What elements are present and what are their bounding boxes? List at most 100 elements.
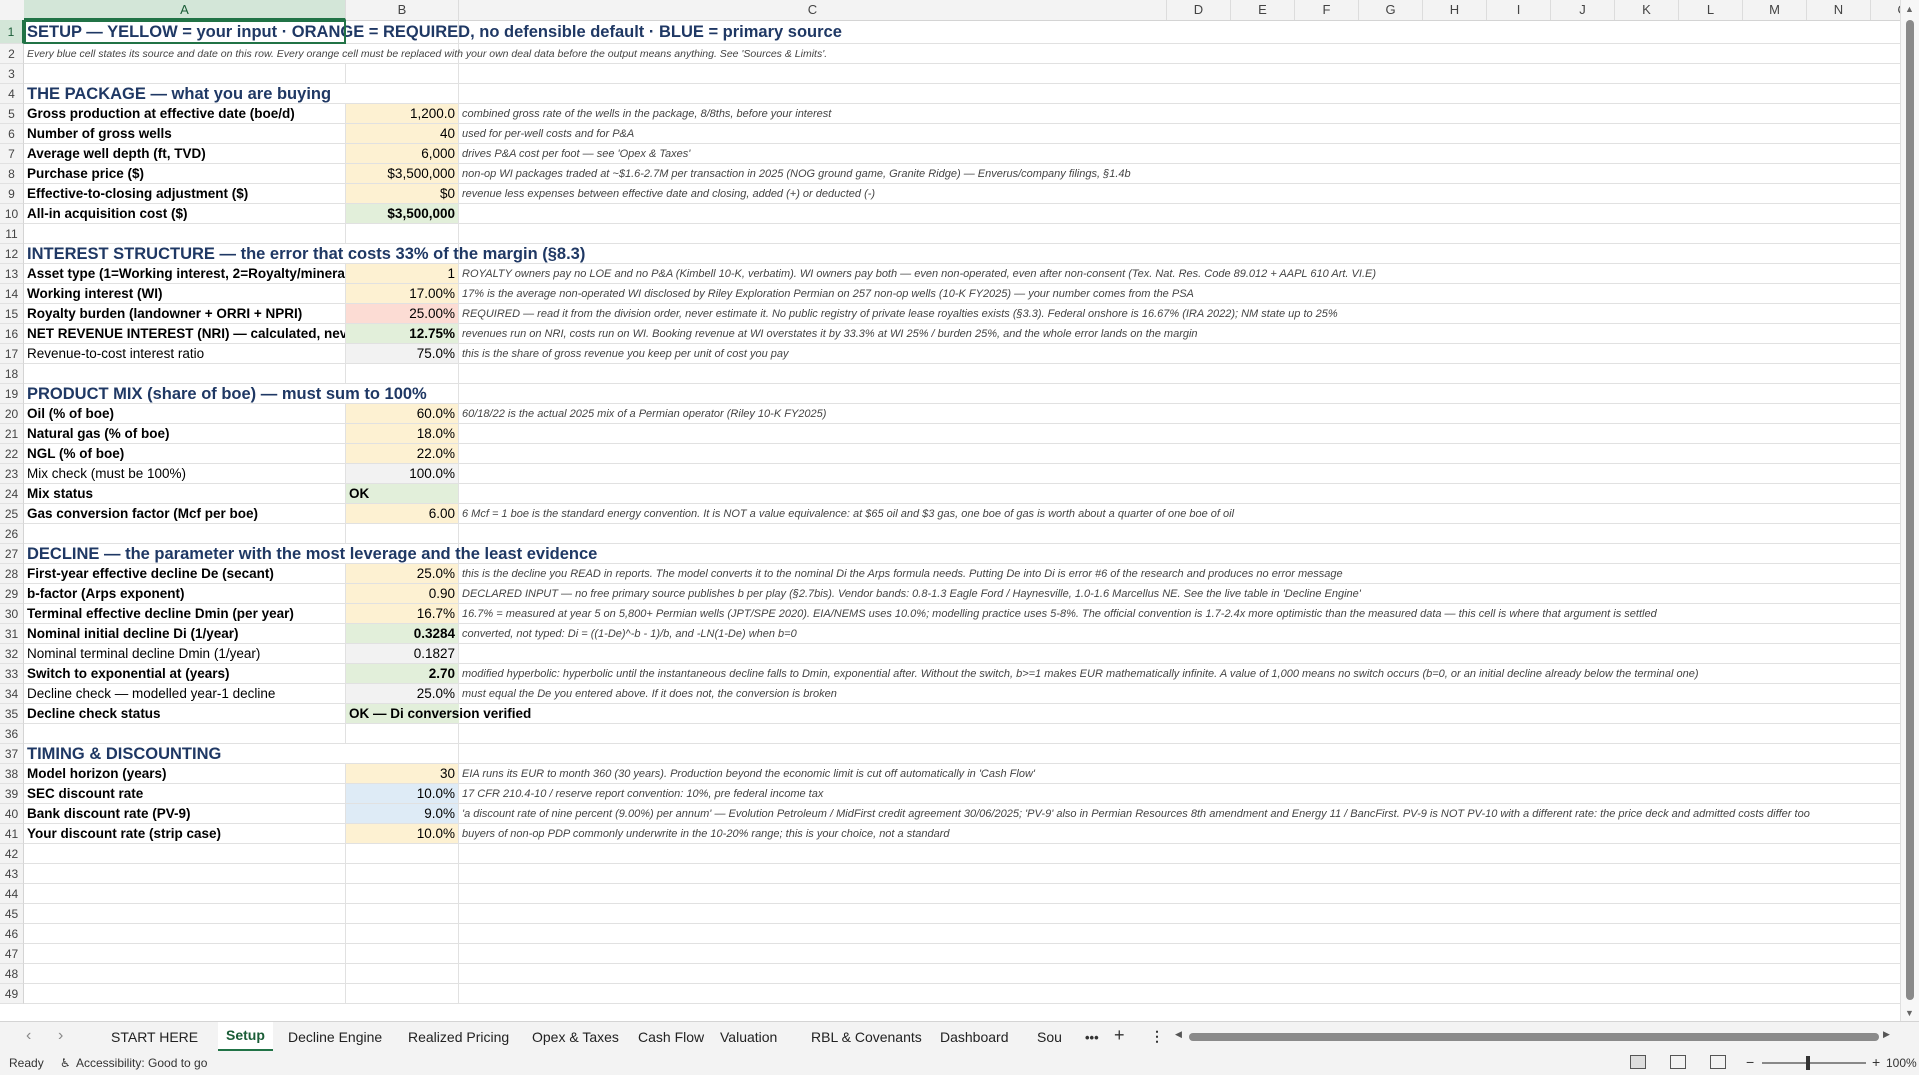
row-header[interactable]: 41 (0, 824, 24, 844)
row-header[interactable]: 48 (0, 964, 24, 984)
plus-icon[interactable]: + (1114, 1025, 1125, 1046)
row-header[interactable]: 37 (0, 744, 24, 764)
note-cell[interactable]: non-op WI packages traded at ~$1.6-2.7M … (459, 164, 1901, 184)
row-header[interactable]: 40 (0, 804, 24, 824)
label-cell[interactable] (24, 904, 346, 924)
label-cell[interactable]: Purchase price ($) (24, 164, 346, 184)
note-cell[interactable] (459, 244, 1901, 264)
note-cell[interactable]: modified hyperbolic: hyperbolic until th… (459, 664, 1901, 684)
value-cell[interactable]: 0.90 (346, 584, 459, 604)
value-cell[interactable] (346, 224, 459, 244)
note-cell[interactable] (459, 524, 1901, 544)
value-cell[interactable]: 0.1827 (346, 644, 459, 664)
label-cell[interactable]: b-factor (Arps exponent) (24, 584, 346, 604)
value-cell[interactable] (346, 724, 459, 744)
row-header[interactable]: 15 (0, 304, 24, 324)
row-header[interactable]: 11 (0, 224, 24, 244)
label-cell[interactable]: Gross production at effective date (boe/… (24, 104, 346, 124)
value-cell[interactable] (346, 944, 459, 964)
column-header-d[interactable]: D (1167, 0, 1231, 20)
label-cell[interactable]: First-year effective decline De (secant) (24, 564, 346, 584)
row-header[interactable]: 16 (0, 324, 24, 344)
value-cell[interactable]: OK (346, 484, 459, 504)
accessibility-icon[interactable]: ♿︎ (60, 1056, 71, 1070)
value-cell[interactable] (346, 864, 459, 884)
label-cell[interactable]: Oil (% of boe) (24, 404, 346, 424)
row-header[interactable]: 9 (0, 184, 24, 204)
note-cell[interactable] (459, 644, 1901, 664)
sheet-tab-cash-flow[interactable]: Cash Flow (630, 1022, 712, 1052)
sheet-tab-dashboard[interactable]: Dashboard (932, 1022, 1017, 1052)
sheet-tab-realized-pricing[interactable]: Realized Pricing (400, 1022, 517, 1052)
row-header[interactable]: 14 (0, 284, 24, 304)
label-cell[interactable]: Revenue-to-cost interest ratio (24, 344, 346, 364)
value-cell[interactable]: 16.7% (346, 604, 459, 624)
accessibility-status[interactable]: Accessibility: Good to go (76, 1056, 207, 1070)
page-layout-view-icon[interactable] (1670, 1055, 1686, 1069)
select-all-corner[interactable] (0, 0, 25, 20)
scroll-up-icon[interactable]: ▲ (1905, 4, 1914, 14)
row-header[interactable]: 39 (0, 784, 24, 804)
note-cell[interactable] (459, 984, 1901, 1004)
scroll-down-icon[interactable]: ▼ (1905, 1008, 1914, 1018)
note-cell[interactable]: 16.7% = measured at year 5 on 5,800+ Per… (459, 604, 1901, 624)
value-cell[interactable]: $3,500,000 (346, 204, 459, 224)
section-heading[interactable]: INTEREST STRUCTURE — the error that cost… (24, 244, 585, 264)
label-cell[interactable] (24, 964, 346, 984)
value-cell[interactable] (346, 744, 459, 764)
sheet-tab-decline-engine[interactable]: Decline Engine (280, 1022, 390, 1052)
note-cell[interactable]: converted, not typed: Di = ((1-De)^-b - … (459, 624, 1901, 644)
label-cell[interactable]: Mix status (24, 484, 346, 504)
row-header[interactable]: 26 (0, 524, 24, 544)
value-cell[interactable]: 75.0% (346, 344, 459, 364)
row-header[interactable]: 42 (0, 844, 24, 864)
value-cell[interactable]: 40 (346, 124, 459, 144)
row-header[interactable]: 19 (0, 384, 24, 404)
label-cell[interactable]: Asset type (1=Working interest, 2=Royalt… (24, 264, 346, 284)
value-cell[interactable]: 22.0% (346, 444, 459, 464)
page-break-preview-icon[interactable] (1710, 1055, 1726, 1069)
value-cell[interactable] (346, 904, 459, 924)
vertical-scroll-thumb[interactable] (1906, 20, 1914, 1000)
note-cell[interactable]: EIA runs its EUR to month 360 (30 years)… (459, 764, 1901, 784)
row-header[interactable]: 6 (0, 124, 24, 144)
row-header[interactable]: 38 (0, 764, 24, 784)
value-cell[interactable]: 18.0% (346, 424, 459, 444)
row-header[interactable]: 25 (0, 504, 24, 524)
sheet-tab-opex-taxes[interactable]: Opex & Taxes (524, 1022, 627, 1052)
note-cell[interactable]: drives P&A cost per foot — see 'Opex & T… (459, 144, 1901, 164)
label-cell[interactable]: Mix check (must be 100%) (24, 464, 346, 484)
label-cell[interactable]: SEC discount rate (24, 784, 346, 804)
spreadsheet-grid[interactable]: ABCDEFGHIJKLMNO 1SETUP — YELLOW = your i… (0, 0, 1919, 1021)
label-cell[interactable]: Your discount rate (strip case) (24, 824, 346, 844)
row-header[interactable]: 27 (0, 544, 24, 564)
value-cell[interactable]: 10.0% (346, 824, 459, 844)
note-cell[interactable]: combined gross rate of the wells in the … (459, 104, 1901, 124)
row-header[interactable]: 45 (0, 904, 24, 924)
row-header[interactable]: 36 (0, 724, 24, 744)
note-cell[interactable] (459, 424, 1901, 444)
value-cell[interactable] (346, 524, 459, 544)
column-header-f[interactable]: F (1295, 0, 1359, 20)
note-cell[interactable] (459, 84, 1901, 104)
normal-view-icon[interactable] (1630, 1055, 1646, 1069)
note-cell[interactable]: 60/18/22 is the actual 2025 mix of a Per… (459, 404, 1901, 424)
zoom-out-icon[interactable]: − (1746, 1054, 1754, 1070)
label-cell[interactable]: Gas conversion factor (Mcf per boe) (24, 504, 346, 524)
horizontal-scrollbar[interactable]: ◀ ▶ (1175, 1029, 1895, 1045)
note-cell[interactable]: used for per-well costs and for P&A (459, 124, 1901, 144)
row-header[interactable]: 32 (0, 644, 24, 664)
label-cell[interactable]: Nominal initial decline Di (1/year) (24, 624, 346, 644)
row-header[interactable]: 4 (0, 84, 24, 104)
column-header-h[interactable]: H (1423, 0, 1487, 20)
row-header[interactable]: 29 (0, 584, 24, 604)
value-cell[interactable]: 2.70 (346, 664, 459, 684)
row-header[interactable]: 8 (0, 164, 24, 184)
note-cell[interactable] (459, 704, 1901, 724)
label-cell[interactable]: Switch to exponential at (years) (24, 664, 346, 684)
value-cell[interactable]: 30 (346, 764, 459, 784)
column-header-e[interactable]: E (1231, 0, 1295, 20)
row-header[interactable]: 23 (0, 464, 24, 484)
label-cell[interactable] (24, 884, 346, 904)
zoom-slider-thumb[interactable] (1806, 1056, 1810, 1070)
